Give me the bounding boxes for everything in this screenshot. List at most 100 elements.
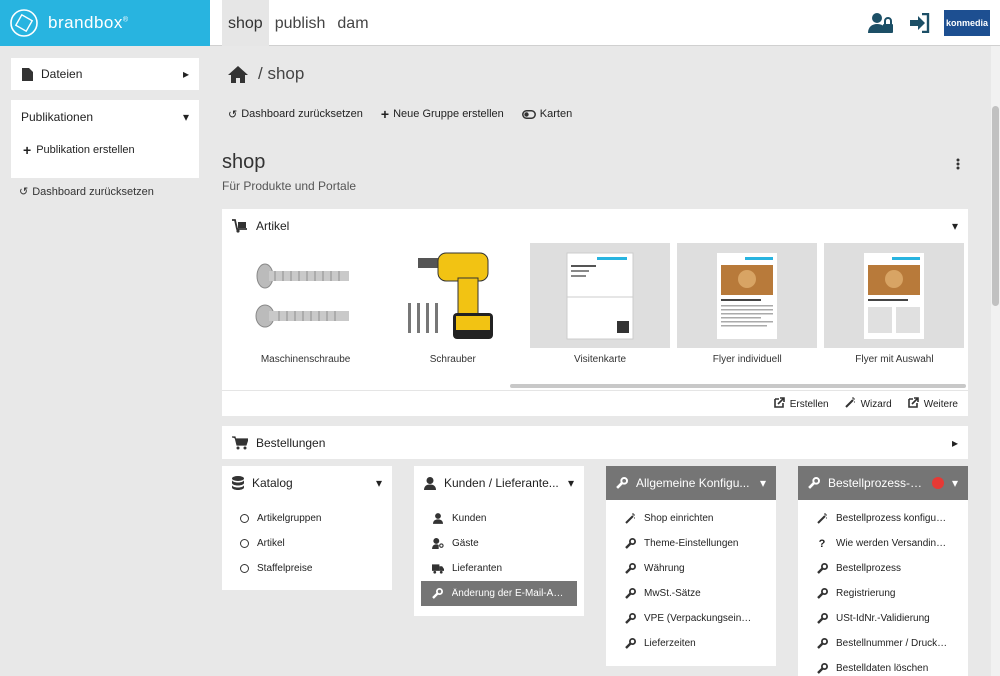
list-item[interactable]: Theme-Einstellungen <box>606 531 776 556</box>
wrench-icon <box>816 588 828 599</box>
wizard-button[interactable]: Wizard <box>844 397 892 411</box>
logout-icon[interactable] <box>908 13 930 33</box>
list-item[interactable]: VPE (Verpackungseinhe... <box>606 606 776 631</box>
bestellungen-card[interactable]: Bestellungen ▸ <box>222 426 968 459</box>
list-item[interactable]: Bestellnummer / Druckd... <box>798 631 968 656</box>
sidebar-card-dateien[interactable]: Dateien ▸ <box>11 58 199 90</box>
list-item[interactable]: USt-IdNr.-Validierung <box>798 606 968 631</box>
sidebar-reset-label: Dashboard zurücksetzen <box>32 185 154 198</box>
konfig-list: Shop einrichten Theme-Einstellungen Währ… <box>606 500 776 662</box>
home-icon[interactable] <box>228 65 248 83</box>
list-item[interactable]: Bestellprozess <box>798 556 968 581</box>
konfig-card: Allgemeine Konfigu... ▾ Shop einrichten … <box>606 466 776 666</box>
list-item-label: Änderung der E-Mail-Adr... <box>451 588 566 599</box>
kebab-menu-icon[interactable] <box>956 158 960 173</box>
breadcrumb-current: / shop <box>258 64 305 83</box>
tab-dam[interactable]: dam <box>331 0 374 46</box>
list-item-label: Gäste <box>452 538 479 549</box>
new-group-button[interactable]: + Neue Gruppe erstellen <box>381 106 504 122</box>
list-item-label: Bestelldaten löschen <box>836 663 929 674</box>
list-item[interactable]: Shop einrichten <box>606 506 776 531</box>
caret-right-icon: ▸ <box>182 67 189 81</box>
external-edit-icon <box>907 397 919 411</box>
caret-down-icon[interactable]: ▾ <box>952 219 958 233</box>
bestellungen-card-header[interactable]: Bestellungen ▸ <box>222 426 968 459</box>
truck-icon <box>432 563 444 574</box>
artikel-card-header[interactable]: Artikel ▾ <box>222 209 968 243</box>
list-item[interactable]: Bestellprozess konfiguri... <box>798 506 968 531</box>
tab-shop[interactable]: shop <box>222 0 269 46</box>
list-item[interactable]: Registrierung <box>798 581 968 606</box>
caret-down-icon: ▾ <box>375 476 382 490</box>
artikel-item[interactable]: Flyer mit Auswahl <box>821 243 968 373</box>
brand-logo[interactable]: brandbox® <box>0 0 210 46</box>
list-item-label: Artikel <box>257 538 285 549</box>
list-item[interactable]: Gäste <box>414 531 584 556</box>
artikel-item[interactable]: Maschinenschraube <box>232 243 379 373</box>
sidebar-item-label: Dateien <box>41 67 83 81</box>
artikel-actions: Erstellen Wizard Weitere <box>773 397 958 411</box>
business-card-image <box>530 243 670 348</box>
wrench-icon <box>624 563 636 574</box>
circle-icon <box>240 539 249 548</box>
sidebar-item-dateien[interactable]: Dateien ▸ <box>11 58 199 90</box>
wrench-icon <box>624 638 636 649</box>
katalog-card-title: Katalog <box>252 476 293 490</box>
user-lock-icon[interactable] <box>868 12 894 34</box>
kunden-card-header[interactable]: Kunden / Lieferante... ▾ <box>414 466 584 500</box>
tab-publish[interactable]: publish <box>269 0 332 46</box>
brandbox-logo-icon <box>10 9 38 37</box>
create-publication-link[interactable]: + Publikation erstellen <box>11 134 199 166</box>
create-button[interactable]: Erstellen <box>773 397 829 411</box>
dolly-icon <box>232 219 247 233</box>
page-scrollbar[interactable] <box>991 46 1000 676</box>
cards-toggle-button[interactable]: Karten <box>521 106 572 122</box>
konfig-card-header[interactable]: Allgemeine Konfigu... ▾ <box>606 466 776 500</box>
list-item-label: MwSt.-Sätze <box>644 588 701 599</box>
wrench-icon <box>816 663 828 674</box>
artikel-item[interactable]: Visitenkarte <box>526 243 673 373</box>
katalog-card: Katalog ▾ Artikelgruppen Artikel Staffel… <box>222 466 392 590</box>
page-subtitle: Für Produkte und Portale <box>222 179 357 193</box>
list-item[interactable]: ? Wie werden Versandinfo... <box>798 531 968 556</box>
sidebar-reset-dashboard[interactable]: ↺ Dashboard zurücksetzen <box>19 185 154 199</box>
artikel-item-caption: Schrauber <box>429 354 476 365</box>
wrench-icon <box>816 563 828 574</box>
list-item[interactable]: Änderung der E-Mail-Adr... <box>421 581 577 606</box>
cart-icon <box>232 435 248 449</box>
top-bar: brandbox® shop publish dam konmedia <box>0 0 1000 46</box>
list-item[interactable]: Kunden <box>414 506 584 531</box>
list-item-label: Theme-Einstellungen <box>644 538 739 549</box>
sidebar-card-publikationen: Publikationen ▾ + Publikation erstellen <box>11 100 199 178</box>
list-item[interactable]: Staffelpreise <box>222 556 392 581</box>
list-item-label: Artikelgruppen <box>257 513 322 524</box>
wrench-icon <box>816 638 828 649</box>
list-item-label: USt-IdNr.-Validierung <box>836 613 930 624</box>
divider <box>222 390 968 391</box>
katalog-card-header[interactable]: Katalog ▾ <box>222 466 392 500</box>
list-item-label: Registrierung <box>836 588 896 599</box>
caret-down-icon: ▾ <box>951 476 958 490</box>
magic-wand-icon <box>844 397 856 411</box>
artikel-item[interactable]: Schrauber <box>379 243 526 373</box>
list-item[interactable]: Bestelldaten löschen <box>798 656 968 676</box>
question-icon: ? <box>818 537 826 550</box>
artikel-item[interactable]: Flyer individuell <box>674 243 821 373</box>
horizontal-scrollbar[interactable] <box>510 384 966 388</box>
list-item-label: VPE (Verpackungseinhe... <box>644 613 756 624</box>
sidebar-item-publikationen[interactable]: Publikationen ▾ <box>11 100 199 134</box>
caret-down-icon: ▾ <box>759 476 766 490</box>
list-item[interactable]: Lieferzeiten <box>606 631 776 656</box>
list-item[interactable]: Lieferanten <box>414 556 584 581</box>
list-item[interactable]: Währung <box>606 556 776 581</box>
page-scrollbar-thumb[interactable] <box>992 106 999 306</box>
list-item-label: Bestellprozess <box>836 563 902 574</box>
more-button[interactable]: Weitere <box>907 397 958 411</box>
list-item[interactable]: MwSt.-Sätze <box>606 581 776 606</box>
page-title: shop <box>222 151 266 173</box>
list-item[interactable]: Artikel <box>222 531 392 556</box>
list-item[interactable]: Artikelgruppen <box>222 506 392 531</box>
reset-dashboard-button[interactable]: ↺ Dashboard zurücksetzen <box>228 106 363 122</box>
external-edit-icon <box>773 397 785 411</box>
bestellprozess-card-header[interactable]: Bestellprozess-K... ▾ <box>798 466 968 500</box>
